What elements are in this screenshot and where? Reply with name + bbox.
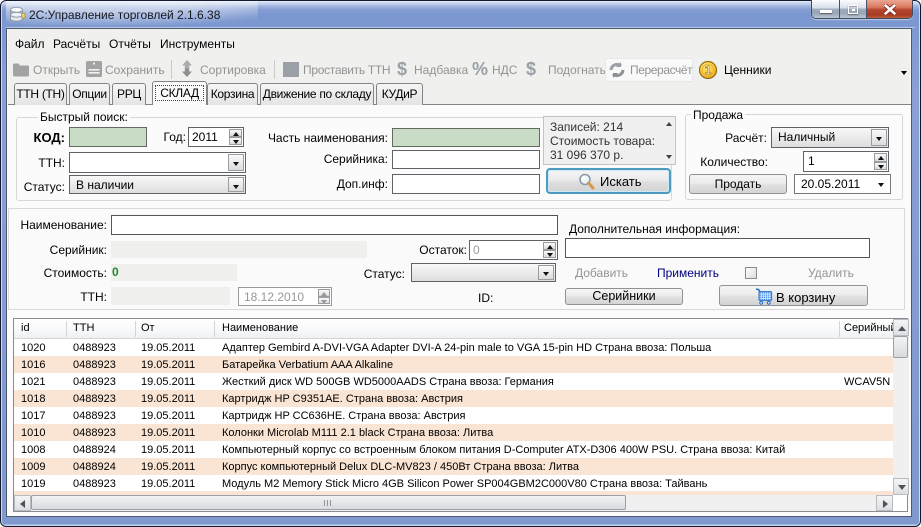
svg-text:1: 1: [705, 63, 712, 77]
